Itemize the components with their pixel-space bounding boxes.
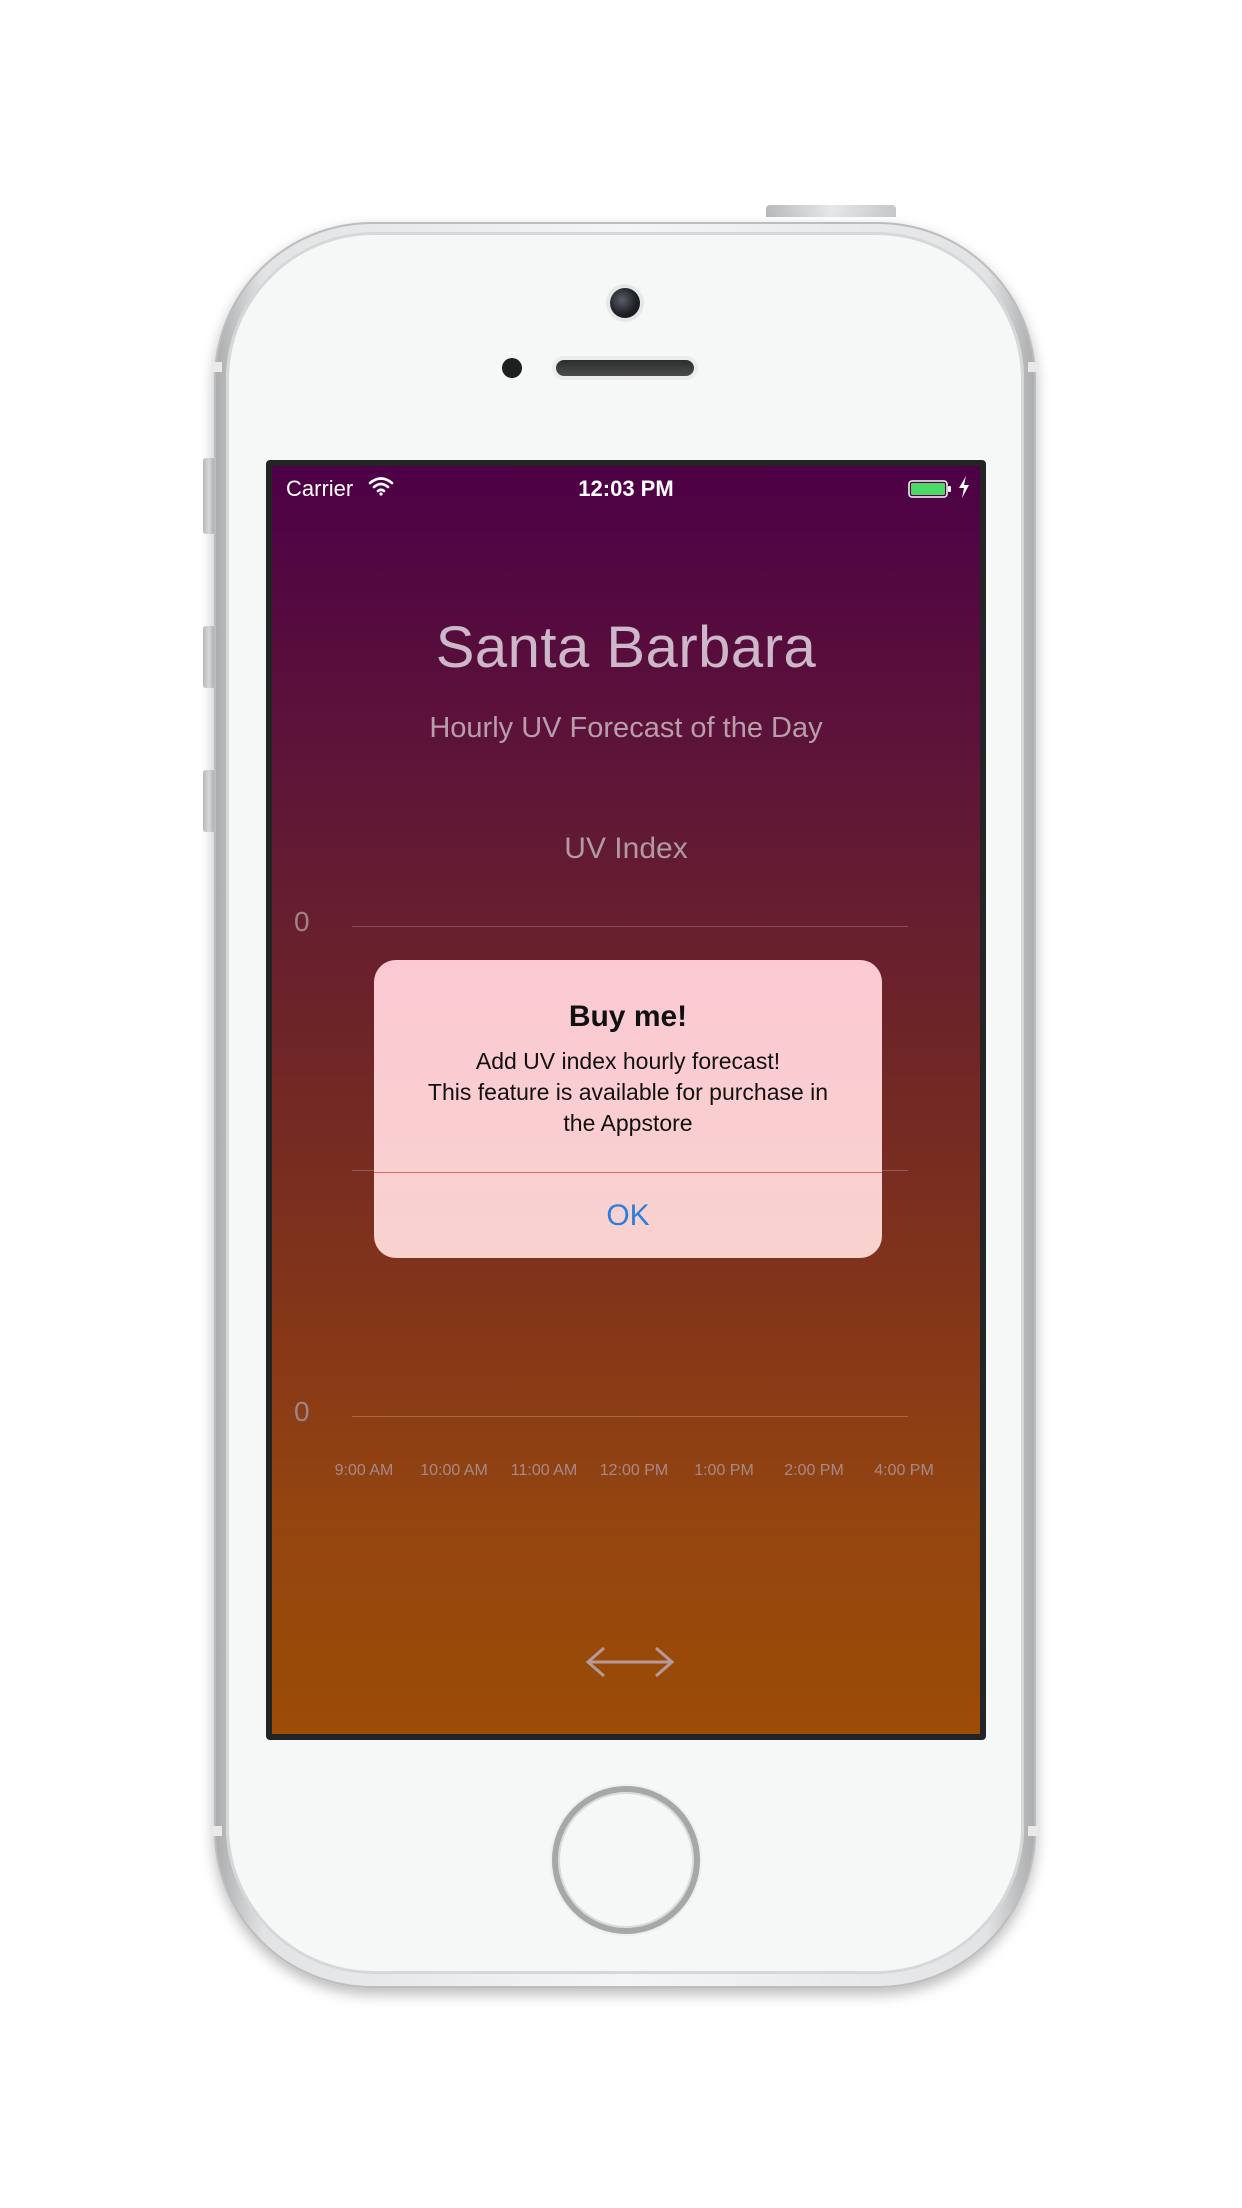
- grid-line: [352, 1416, 908, 1417]
- power-button: [766, 205, 896, 217]
- x-tick-label: 11:00 AM: [510, 1462, 578, 1479]
- status-time: 12:03 PM: [578, 476, 674, 501]
- antenna-band: [1028, 362, 1038, 372]
- x-tick-label: 4:00 PM: [874, 1462, 934, 1479]
- antenna-band: [212, 1826, 222, 1836]
- x-tick-label: 9:00 AM: [334, 1462, 394, 1479]
- app-screen: Carrier 12:03 PM Santa Barbara Hourly UV…: [272, 466, 980, 1734]
- proximity-sensor: [502, 358, 522, 378]
- alert-message: Add UV index hourly forecast! This featu…: [394, 1046, 862, 1139]
- alert-message-line: This feature is available for purchase i…: [427, 1079, 829, 1105]
- antenna-band: [1028, 1826, 1038, 1836]
- antenna-band: [212, 362, 222, 372]
- earpiece-speaker: [556, 360, 694, 376]
- swap-arrows-icon[interactable]: [584, 1644, 676, 1680]
- ok-button[interactable]: OK: [374, 1173, 882, 1258]
- x-tick-label: 12:00 PM: [599, 1462, 669, 1479]
- y-tick-label: 0: [294, 906, 310, 937]
- city-title: Santa Barbara: [435, 615, 817, 680]
- charging-bolt-icon: [959, 476, 969, 498]
- front-camera: [610, 288, 640, 318]
- y-tick-label: 0: [294, 1396, 310, 1427]
- alert-title: Buy me!: [568, 1000, 688, 1033]
- status-bar: Carrier 12:03 PM: [272, 466, 980, 510]
- alert-message-line: Add UV index hourly forecast!: [475, 1048, 781, 1074]
- grid-line: [352, 926, 908, 927]
- forecast-subtitle: Hourly UV Forecast of the Day: [429, 712, 823, 744]
- x-tick-label: 10:00 AM: [420, 1462, 488, 1479]
- device-mockup: Carrier 12:03 PM Santa Barbara Hourly UV…: [0, 0, 1242, 2208]
- purchase-alert: Buy me! Add UV index hourly forecast! Th…: [374, 960, 882, 1258]
- x-tick-label: 2:00 PM: [784, 1462, 844, 1479]
- home-button: [552, 1786, 700, 1934]
- x-tick-label: 1:00 PM: [694, 1462, 754, 1479]
- alert-message-line: the Appstore: [563, 1110, 693, 1136]
- x-axis-labels: 9:00 AM 10:00 AM 11:00 AM 12:00 PM 1:00 PM 2:…: [335, 1462, 934, 1486]
- chart-title: UV Index: [564, 832, 688, 865]
- battery-icon: [908, 480, 951, 498]
